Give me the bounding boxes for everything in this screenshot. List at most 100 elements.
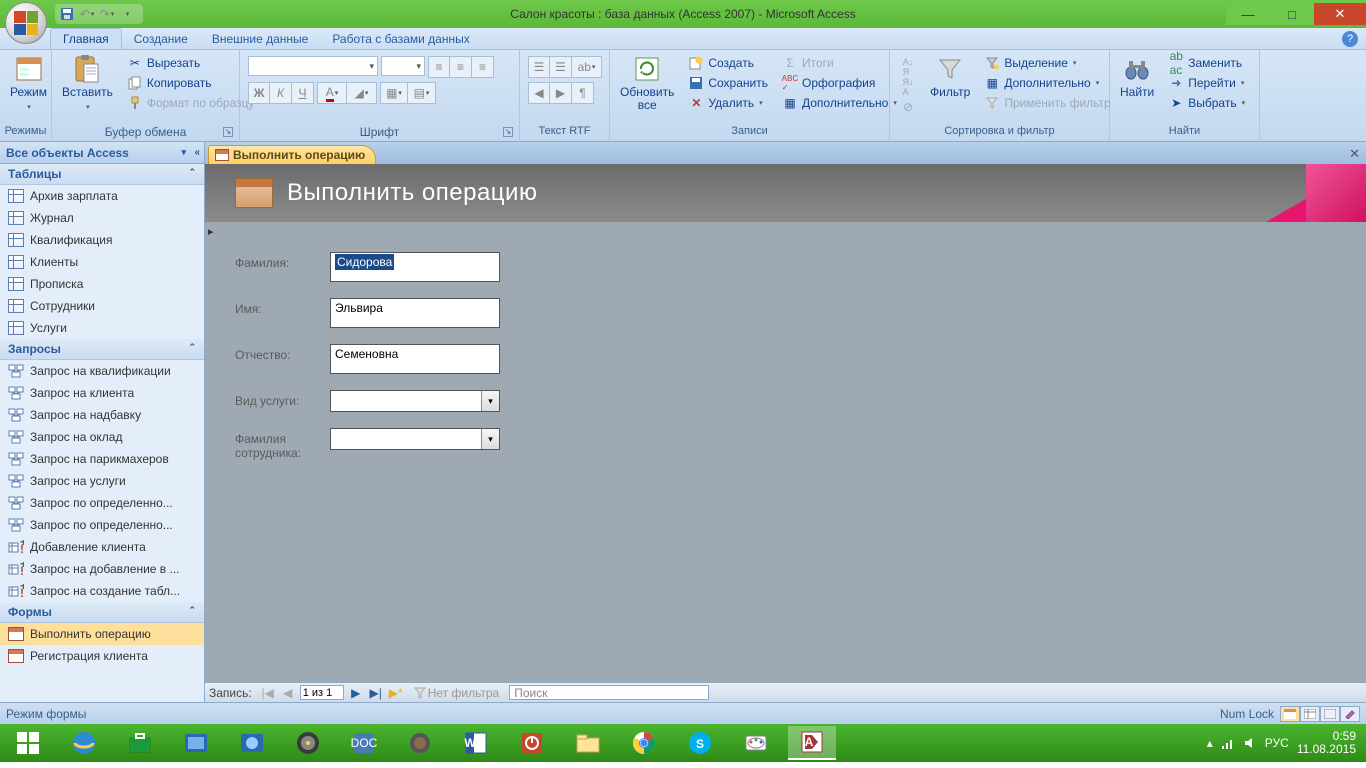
taskbar-app5[interactable]	[396, 726, 444, 760]
language-indicator[interactable]: РУС	[1265, 736, 1289, 750]
doc-tab-form[interactable]: Выполнить операцию	[208, 145, 376, 164]
minimize-button[interactable]: —	[1226, 3, 1270, 25]
font-launcher-icon[interactable]: ↘	[503, 127, 513, 137]
nav-section-tables[interactable]: Таблицы⌃	[0, 164, 204, 185]
select-button[interactable]: ➤Выбрать ▾	[1164, 94, 1249, 112]
copy-button[interactable]: Копировать	[123, 74, 259, 92]
taskbar-skype[interactable]: S	[676, 726, 724, 760]
advanced-filter-button[interactable]: ▦Дополнительно ▾	[980, 74, 1114, 92]
selection-filter-button[interactable]: Выделение ▾	[980, 54, 1114, 72]
taskbar-access[interactable]: A	[788, 726, 836, 760]
datasheet-view-button[interactable]	[1300, 706, 1320, 722]
ltr-button[interactable]: ¶	[572, 82, 594, 104]
prev-record-button[interactable]: ◀	[280, 685, 296, 701]
service-type-combo[interactable]: ▾	[330, 390, 500, 412]
new-record-nav-button[interactable]: ▶*	[388, 685, 404, 701]
italic-button[interactable]: К	[270, 82, 292, 104]
nav-item[interactable]: Архив зарплата	[0, 185, 204, 207]
paste-button[interactable]: Вставить▾	[56, 52, 119, 116]
save-record-button[interactable]: Сохранить	[684, 74, 772, 92]
taskbar-explorer[interactable]	[564, 726, 612, 760]
nav-item[interactable]: +!Запрос на создание табл...	[0, 580, 204, 602]
more-records-button[interactable]: ▦Дополнительно ▾	[778, 94, 901, 112]
collapse-pane-icon[interactable]: «	[194, 147, 200, 158]
sort-asc-button[interactable]: A↓Я	[896, 58, 920, 76]
record-position-input[interactable]	[300, 685, 344, 700]
taskbar-chrome[interactable]	[620, 726, 668, 760]
totals-button[interactable]: ΣИтоги	[778, 54, 901, 72]
nav-section-forms[interactable]: Формы⌃	[0, 602, 204, 623]
dropdown-icon[interactable]: ▾	[481, 429, 499, 449]
taskbar-app2[interactable]	[228, 726, 276, 760]
spelling-button[interactable]: ABC✓Орфография	[778, 74, 901, 92]
form-view-button[interactable]	[1280, 706, 1300, 722]
numbering-button[interactable]: ☰	[550, 56, 572, 78]
record-search-input[interactable]: Поиск	[509, 685, 709, 700]
nav-item[interactable]: Квалификация	[0, 229, 204, 251]
nav-item[interactable]: Запрос по определенно...	[0, 492, 204, 514]
taskbar-power[interactable]	[508, 726, 556, 760]
view-mode-button[interactable]: Режим▾	[4, 52, 53, 116]
nav-item[interactable]: Выполнить операцию	[0, 623, 204, 645]
taskbar-store[interactable]	[116, 726, 164, 760]
layout-view-button[interactable]	[1320, 706, 1340, 722]
nav-item[interactable]: Запрос на квалификации	[0, 360, 204, 382]
nav-item[interactable]: Прописка	[0, 273, 204, 295]
nav-item[interactable]: Запрос на парикмахеров	[0, 448, 204, 470]
taskbar-app4[interactable]: DOC	[340, 726, 388, 760]
tab-external-data[interactable]: Внешние данные	[200, 29, 321, 49]
cut-button[interactable]: ✂Вырезать	[123, 54, 259, 72]
align-left-button[interactable]: ≡	[428, 56, 450, 78]
employee-surname-combo[interactable]: ▾	[330, 428, 500, 450]
gridlines-button[interactable]: ▦▾	[380, 82, 408, 104]
nav-item[interactable]: Запрос по определенно...	[0, 514, 204, 536]
nav-item[interactable]: Сотрудники	[0, 295, 204, 317]
help-icon[interactable]: ?	[1342, 31, 1358, 47]
patronymic-input[interactable]: Семеновна	[330, 344, 500, 374]
font-size-combo[interactable]	[381, 56, 425, 76]
nav-item[interactable]: Запрос на надбавку	[0, 404, 204, 426]
maximize-button[interactable]: □	[1270, 3, 1314, 25]
surname-input[interactable]: Сидорова	[330, 252, 500, 282]
nav-item[interactable]: +!Запрос на добавление в ...	[0, 558, 204, 580]
tab-home[interactable]: Главная	[50, 28, 122, 49]
nav-item[interactable]: Клиенты	[0, 251, 204, 273]
clear-sort-button[interactable]: ⊘	[896, 98, 920, 116]
taskbar-word[interactable]: W	[452, 726, 500, 760]
name-input[interactable]: Эльвира	[330, 298, 500, 328]
taskbar-paint[interactable]	[732, 726, 780, 760]
new-record-button[interactable]: Создать	[684, 54, 772, 72]
last-record-button[interactable]: ▶|	[368, 685, 384, 701]
start-button[interactable]	[4, 726, 52, 760]
font-name-combo[interactable]	[248, 56, 378, 76]
undo-icon[interactable]: ↶▾	[79, 6, 95, 22]
goto-button[interactable]: ➜Перейти ▾	[1164, 74, 1249, 92]
next-record-button[interactable]: ▶	[348, 685, 364, 701]
nav-section-queries[interactable]: Запросы⌃	[0, 339, 204, 360]
nav-header[interactable]: Все объекты Access ▾ «	[0, 142, 204, 164]
delete-record-button[interactable]: ✕Удалить ▾	[684, 94, 772, 112]
tab-create[interactable]: Создание	[122, 29, 200, 49]
nav-item[interactable]: Регистрация клиента	[0, 645, 204, 667]
nav-item[interactable]: Услуги	[0, 317, 204, 339]
sort-desc-button[interactable]: Я↓A	[896, 78, 920, 96]
save-icon[interactable]	[59, 6, 75, 22]
first-record-button[interactable]: |◀	[260, 685, 276, 701]
font-color-button[interactable]: A▾	[317, 82, 347, 104]
decrease-indent-button[interactable]: ◀	[528, 82, 550, 104]
network-icon[interactable]	[1221, 736, 1235, 750]
office-button[interactable]	[5, 2, 47, 44]
design-view-button[interactable]	[1340, 706, 1360, 722]
refresh-all-button[interactable]: Обновить все	[614, 52, 680, 114]
alt-row-button[interactable]: ▤▾	[408, 82, 436, 104]
dropdown-icon[interactable]: ▾	[481, 391, 499, 411]
align-right-button[interactable]: ≡	[472, 56, 494, 78]
replace-button[interactable]: abacЗаменить	[1164, 54, 1249, 72]
clipboard-launcher-icon[interactable]: ↘	[223, 127, 233, 137]
nav-item[interactable]: +!Добавление клиента	[0, 536, 204, 558]
taskbar-ie[interactable]	[60, 726, 108, 760]
underline-button[interactable]: Ч	[292, 82, 314, 104]
redo-icon[interactable]: ↷▾	[99, 6, 115, 22]
increase-indent-button[interactable]: ▶	[550, 82, 572, 104]
nav-item[interactable]: Запрос на клиента	[0, 382, 204, 404]
